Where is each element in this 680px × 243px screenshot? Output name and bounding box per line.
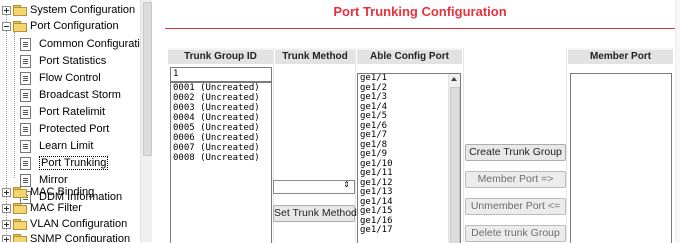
folder-open-icon (13, 21, 27, 33)
page-icon (20, 37, 31, 51)
column-separator (566, 48, 567, 242)
expand-icon[interactable] (2, 187, 11, 197)
tree-scrollbar[interactable] (140, 0, 152, 242)
page-scrollbar[interactable] (675, 0, 680, 242)
trunk-group-list[interactable]: 0001 (Uncreated) 0002 (Uncreated) 0003 (… (170, 82, 272, 243)
trunk-group-item[interactable]: 0003 (Uncreated) (171, 103, 271, 113)
trunk-group-item[interactable]: 0006 (Uncreated) (171, 133, 271, 143)
unmember-port-button[interactable]: Unmember Port <= (465, 198, 566, 215)
expand-icon[interactable] (2, 203, 11, 213)
member-port-list[interactable] (570, 73, 672, 243)
trunk-method-select[interactable]: ⇕ (273, 180, 355, 194)
port-list-scrollbar[interactable] (448, 74, 460, 243)
trunk-group-item[interactable]: 0008 (Uncreated) (171, 153, 271, 163)
tree-item-flow-control[interactable]: Flow Control (20, 70, 101, 86)
column-header-trunk-group-id: Trunk Group ID (168, 50, 273, 64)
tree-item-mac-filter[interactable]: MAC Filter (2, 200, 82, 216)
column-header-trunk-method: Trunk Method (275, 50, 355, 64)
tree-item-vlan-configuration[interactable]: VLAN Configuration (2, 216, 127, 232)
set-trunk-method-button[interactable]: Set Trunk Method (273, 205, 357, 222)
page-icon (20, 105, 31, 119)
trunk-group-item[interactable]: 0007 (Uncreated) (171, 143, 271, 153)
tree-guide-line (14, 32, 15, 178)
delete-trunk-group-button[interactable]: Delete trunk Group (465, 225, 566, 242)
tree-item-protected-port[interactable]: Protected Port (20, 121, 109, 137)
trunk-group-item[interactable]: 0004 (Uncreated) (171, 113, 271, 123)
page-title: Port Trunking Configuration (333, 4, 507, 19)
title-divider (165, 28, 675, 29)
create-trunk-group-button[interactable]: Create Trunk Group (465, 144, 566, 161)
port-item[interactable]: ge1/17 (358, 225, 460, 236)
folder-icon (13, 234, 27, 242)
folder-icon (13, 187, 27, 199)
expand-icon[interactable] (2, 5, 11, 15)
trunk-group-item[interactable]: 0005 (Uncreated) (171, 123, 271, 133)
column-header-able-config-port: Able Config Port (357, 50, 462, 64)
expand-icon[interactable] (2, 234, 11, 242)
tree-item-snmp-configuration[interactable]: SNMP Configuration (2, 231, 130, 242)
trunk-group-item[interactable]: 0001 (Uncreated) (171, 83, 271, 93)
collapse-icon[interactable] (2, 21, 11, 31)
page-icon (20, 122, 31, 136)
tree-item-common-configuration[interactable]: Common Configuration (20, 36, 152, 52)
port-list-scrollbar-thumb[interactable] (450, 87, 460, 243)
page-icon (20, 54, 31, 68)
trunk-group-item[interactable]: 0002 (Uncreated) (171, 93, 271, 103)
expand-icon[interactable] (2, 219, 11, 229)
spinner-arrows-icon: ⇕ (343, 180, 350, 189)
navigation-tree: System Configuration Port Configuration … (0, 0, 152, 242)
page-icon (20, 156, 31, 170)
column-header-member-port: Member Port (568, 50, 673, 64)
folder-icon (13, 5, 27, 17)
folder-icon (13, 203, 27, 215)
page-icon (20, 139, 31, 153)
column-separator (463, 48, 464, 242)
page-icon (20, 71, 31, 85)
page-icon (20, 88, 31, 102)
tree-item-broadcast-storm[interactable]: Broadcast Storm (20, 87, 121, 103)
member-port-button[interactable]: Member Port => (465, 171, 566, 188)
tree-scrollbar-thumb[interactable] (143, 2, 152, 156)
tree-item-port-statistics[interactable]: Port Statistics (20, 53, 106, 69)
tree-item-system-configuration[interactable]: System Configuration (2, 2, 135, 18)
tree-item-port-trunking[interactable]: Port Trunking (20, 155, 109, 171)
tree-item-mac-binding[interactable]: MAC Binding (2, 184, 94, 200)
tree-item-port-ratelimit[interactable]: Port Ratelimit (20, 104, 105, 120)
folder-icon (13, 219, 27, 231)
trunk-group-id-input[interactable]: 1 (170, 67, 272, 82)
able-config-port-list[interactable]: ge1/1 ge1/2 ge1/3 ge1/4 ge1/5 ge1/6 ge1/… (357, 73, 461, 243)
tree-item-port-configuration[interactable]: Port Configuration (2, 18, 119, 34)
tree-item-learn-limit[interactable]: Learn Limit (20, 138, 93, 154)
scroll-up-arrow-icon[interactable] (451, 77, 457, 81)
